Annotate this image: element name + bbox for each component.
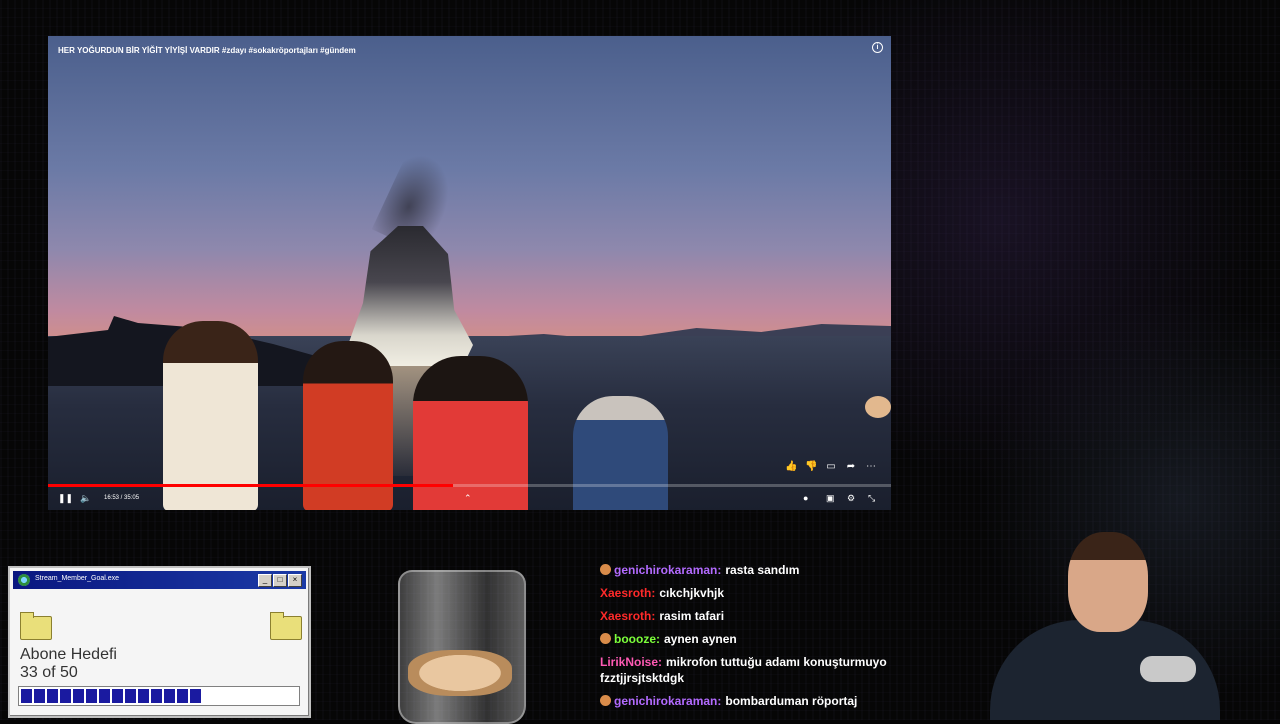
streamer-head: [1068, 532, 1148, 632]
webcam-feed: [960, 520, 1220, 720]
goal-progress-block: [177, 689, 188, 703]
like-icon[interactable]: 👍: [785, 461, 797, 472]
goal-progress-bar: [18, 686, 300, 706]
progress-fill: [48, 484, 453, 487]
goal-window-title: Stream_Member_Goal.exe: [35, 575, 120, 582]
goal-progress-block: [190, 689, 201, 703]
chat-message: genichirokaraman: bombarduman röportaj: [600, 693, 930, 709]
open-folder-icon: [270, 612, 302, 640]
chat-message: boooze: aynen aynen: [600, 631, 930, 647]
captions-icon[interactable]: ▣: [826, 493, 835, 504]
chat-username[interactable]: Xaesroth:: [600, 609, 655, 623]
autoplay-icon[interactable]: ●: [803, 493, 808, 503]
chat-message: Xaesroth: rasim tafari: [600, 608, 930, 624]
chat-username[interactable]: boooze:: [614, 632, 660, 646]
dislike-icon[interactable]: 👎: [805, 461, 817, 472]
chat-username[interactable]: genichirokaraman:: [614, 694, 721, 708]
chat-message: LirikNoise: mikrofon tuttuğu adamı konuşt…: [600, 654, 930, 686]
folder-icon: [20, 612, 52, 640]
pause-icon[interactable]: ❚❚: [58, 493, 73, 504]
chat-text: bombarduman röportaj: [725, 694, 858, 708]
subscriber-goal-window: Stream_Member_Goal.exe _ □ × Abone Hedef…: [8, 566, 311, 718]
chat-text: rasim tafari: [659, 609, 725, 623]
goal-progress-block: [151, 689, 162, 703]
goal-count: 33 of 50: [20, 664, 78, 681]
tip-jar: [398, 570, 526, 724]
jar-coins: [408, 650, 512, 696]
chat-text: aynen aynen: [664, 632, 737, 646]
chat-text: rasta sandım: [725, 563, 800, 577]
goal-progress-block: [138, 689, 149, 703]
share-icon[interactable]: ➦: [845, 461, 857, 472]
goal-progress-block: [112, 689, 123, 703]
goal-titlebar[interactable]: Stream_Member_Goal.exe _ □ ×: [13, 571, 306, 589]
close-button[interactable]: ×: [288, 574, 302, 587]
minimize-button[interactable]: _: [258, 574, 272, 587]
time-display: 16:53 / 35:05: [104, 495, 140, 501]
more-icon[interactable]: ⋯: [865, 461, 877, 472]
badge-icon: [600, 633, 611, 644]
video-title[interactable]: HER YOĞURDUN BİR YİĞİT YİYİŞİ VARDIR #zd…: [58, 46, 356, 55]
chat-username[interactable]: LirikNoise:: [600, 655, 662, 669]
maximize-button[interactable]: □: [273, 574, 287, 587]
chat-message: Xaesroth: cıkchjkvhjk: [600, 585, 930, 601]
exit-fullscreen-icon[interactable]: ⤡: [868, 493, 875, 504]
chat-overlay: genichirokaraman: rasta sandım Xaesroth: cı…: [600, 562, 930, 716]
goal-progress-block: [164, 689, 175, 703]
video-actions: 👍 👎 ▭ ➦ ⋯: [785, 461, 877, 472]
goal-progress-block: [99, 689, 110, 703]
woman-white-dress: [163, 321, 258, 510]
video-player[interactable]: HER YOĞURDUN BİR YİĞİT YİYİŞİ VARDIR #zd…: [48, 36, 891, 510]
player-controls: ❚❚ 🔈 16:53 / 35:05 ⌃ ● ▣ ⚙ ⤡: [48, 491, 891, 509]
volume-icon[interactable]: 🔈: [80, 493, 91, 504]
settings-icon[interactable]: ⚙: [847, 493, 855, 504]
badge-icon: [600, 564, 611, 575]
goal-progress-block: [73, 689, 84, 703]
goal-progress-block: [60, 689, 71, 703]
badge-icon: [600, 695, 611, 706]
hand: [865, 396, 891, 418]
chat-username[interactable]: genichirokaraman:: [614, 563, 721, 577]
chat-message: genichirokaraman: rasta sandım: [600, 562, 930, 578]
goal-progress-block: [47, 689, 58, 703]
info-icon[interactable]: i: [872, 42, 883, 53]
chat-username[interactable]: Xaesroth:: [600, 586, 655, 600]
goal-progress-block: [34, 689, 45, 703]
goal-progress-block: [125, 689, 136, 703]
goal-progress-fill: [21, 689, 201, 703]
progress-bar[interactable]: [48, 484, 891, 487]
goal-label: Abone Hedefi: [20, 646, 117, 663]
chat-text: cıkchjkvhjk: [659, 586, 725, 600]
comment-icon[interactable]: ▭: [825, 461, 837, 472]
microphone: [1140, 656, 1196, 682]
app-icon: [18, 574, 30, 586]
goal-progress-block: [86, 689, 97, 703]
chevron-up-icon[interactable]: ⌃: [464, 493, 472, 504]
goal-progress-block: [21, 689, 32, 703]
